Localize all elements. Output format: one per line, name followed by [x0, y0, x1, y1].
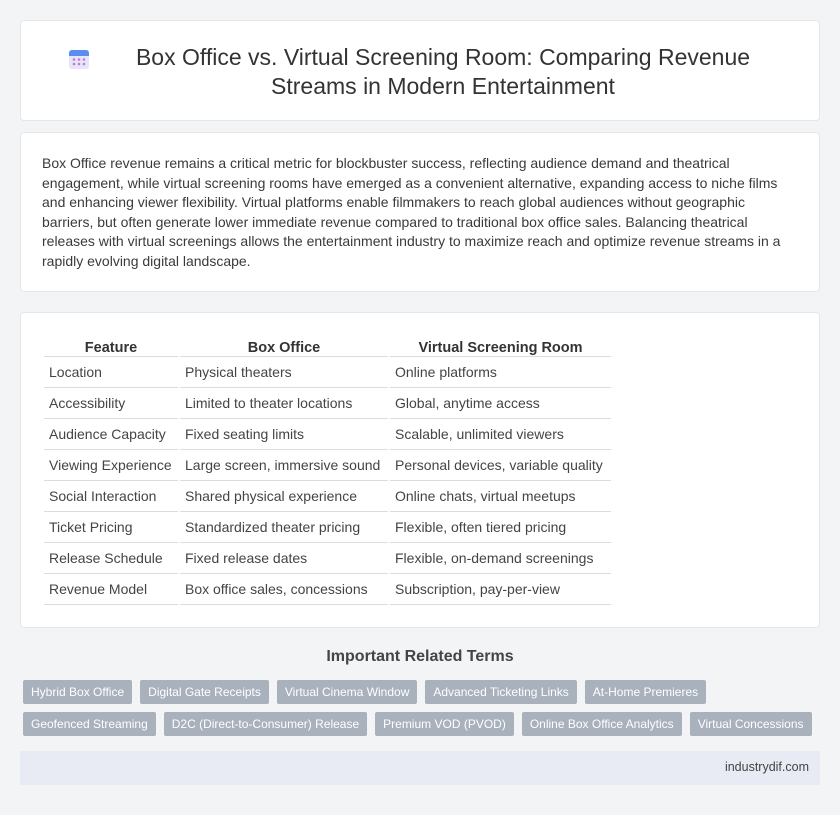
related-term-tag[interactable]: Geofenced Streaming	[23, 712, 156, 736]
related-term-tag[interactable]: Virtual Concessions	[689, 712, 812, 736]
table-row: Audience Capacity Fixed seating limits S…	[44, 419, 611, 450]
related-terms-heading: Important Related Terms	[326, 648, 514, 665]
table-cell: Location	[44, 357, 178, 388]
table-cell: Flexible, on-demand screenings	[390, 543, 611, 574]
table-cell: Fixed release dates	[180, 543, 388, 574]
table-row: Social Interaction Shared physical exper…	[44, 481, 611, 512]
comparison-table: Feature Box Office Virtual Screening Roo…	[42, 335, 613, 605]
tag-row: Geofenced Streaming D2C (Direct-to-Consu…	[23, 712, 823, 736]
table-cell: Audience Capacity	[44, 419, 178, 450]
table-cell: Scalable, unlimited viewers	[390, 419, 611, 450]
table-row: Ticket Pricing Standardized theater pric…	[44, 512, 611, 543]
page-title: Box Office vs. Virtual Screening Room: C…	[135, 44, 751, 99]
related-term-tag[interactable]: Premium VOD (PVOD)	[375, 712, 514, 736]
title-card: Box Office vs. Virtual Screening Room: C…	[20, 20, 820, 121]
table-cell: Global, anytime access	[390, 388, 611, 419]
header-box-office: Box Office	[180, 335, 388, 357]
table-cell: Large screen, immersive sound	[180, 450, 388, 481]
table-cell: Online platforms	[390, 357, 611, 388]
table-cell: Accessibility	[44, 388, 178, 419]
related-term-tag[interactable]: Digital Gate Receipts	[140, 680, 269, 704]
table-cell: Release Schedule	[44, 543, 178, 574]
table-cell: Online chats, virtual meetups	[390, 481, 611, 512]
header-feature: Feature	[44, 335, 178, 357]
table-cell: Shared physical experience	[180, 481, 388, 512]
related-terms-tags: Hybrid Box Office Digital Gate Receipts …	[23, 680, 823, 744]
header-virtual-screening-room: Virtual Screening Room	[390, 335, 611, 357]
table-cell: Fixed seating limits	[180, 419, 388, 450]
related-term-tag[interactable]: At-Home Premieres	[584, 680, 707, 704]
table-cell: Standardized theater pricing	[180, 512, 388, 543]
footer-site-link[interactable]: industrydif.com	[725, 760, 809, 774]
intro-paragraph: Box Office revenue remains a critical me…	[42, 155, 781, 269]
related-term-tag[interactable]: Virtual Cinema Window	[276, 680, 418, 704]
related-term-tag[interactable]: D2C (Direct-to-Consumer) Release	[163, 712, 368, 736]
comparison-table-card: Feature Box Office Virtual Screening Roo…	[20, 312, 820, 628]
table-header-row: Feature Box Office Virtual Screening Roo…	[44, 335, 611, 357]
table-row: Release Schedule Fixed release dates Fle…	[44, 543, 611, 574]
related-term-tag[interactable]: Online Box Office Analytics	[521, 712, 682, 736]
table-cell: Revenue Model	[44, 574, 178, 605]
related-term-tag[interactable]: Hybrid Box Office	[23, 680, 133, 704]
title-wrap: Box Office vs. Virtual Screening Room: C…	[21, 43, 819, 101]
table-row: Viewing Experience Large screen, immersi…	[44, 450, 611, 481]
footer: industrydif.com	[20, 751, 820, 785]
table-cell: Box office sales, concessions	[180, 574, 388, 605]
table-cell: Viewing Experience	[44, 450, 178, 481]
table-row: Accessibility Limited to theater locatio…	[44, 388, 611, 419]
table-cell: Social Interaction	[44, 481, 178, 512]
table-cell: Physical theaters	[180, 357, 388, 388]
calendar-icon	[69, 50, 89, 69]
table-row: Revenue Model Box office sales, concessi…	[44, 574, 611, 605]
table-cell: Personal devices, variable quality	[390, 450, 611, 481]
table-cell: Limited to theater locations	[180, 388, 388, 419]
table-cell: Subscription, pay-per-view	[390, 574, 611, 605]
intro-card: Box Office revenue remains a critical me…	[20, 132, 820, 292]
table-cell: Flexible, often tiered pricing	[390, 512, 611, 543]
table-row: Location Physical theaters Online platfo…	[44, 357, 611, 388]
tag-row: Hybrid Box Office Digital Gate Receipts …	[23, 680, 823, 704]
table-cell: Ticket Pricing	[44, 512, 178, 543]
related-term-tag[interactable]: Advanced Ticketing Links	[425, 680, 577, 704]
